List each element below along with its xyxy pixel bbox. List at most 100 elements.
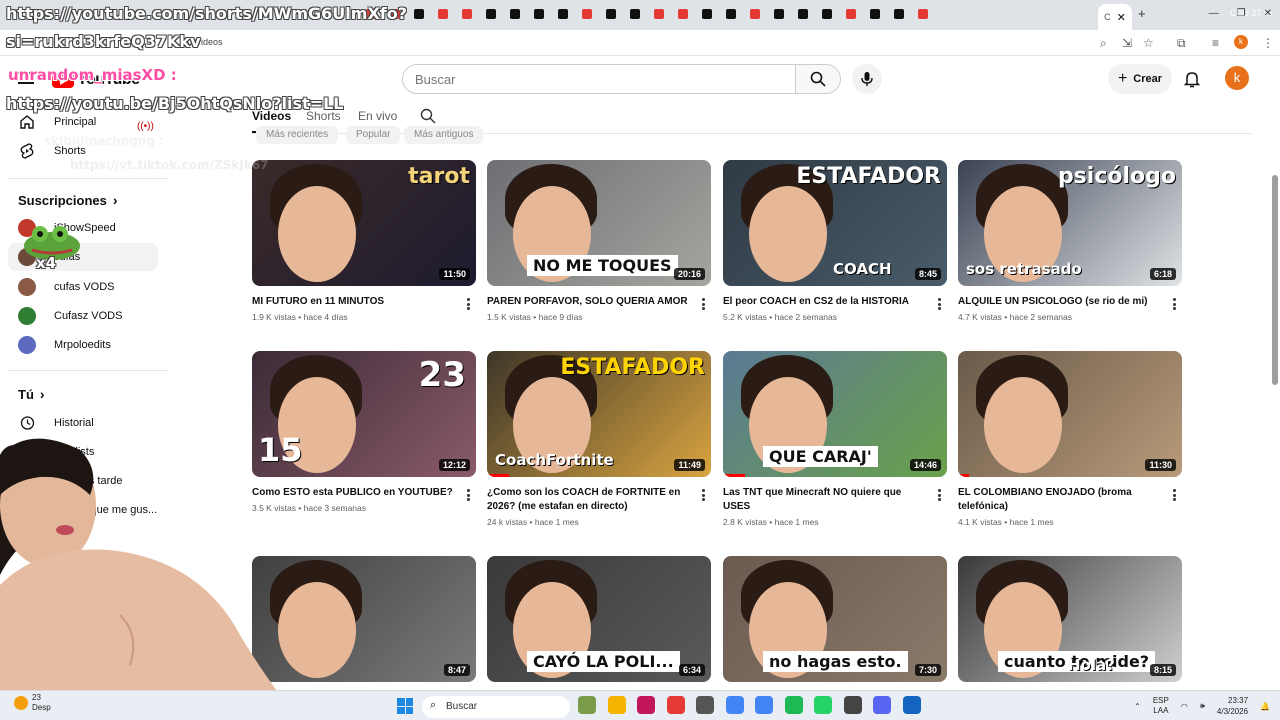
you-heading[interactable]: Tú ›	[18, 386, 45, 402]
discord-icon[interactable]	[873, 696, 891, 714]
video-thumbnail[interactable]: no hagas esto. 7:30	[723, 556, 947, 682]
file-explorer-icon[interactable]	[607, 696, 626, 714]
video-thumbnail[interactable]: cuanto te mide? Hola? 8:15	[958, 556, 1182, 682]
browser-tab[interactable]	[486, 6, 508, 22]
chrome-icon[interactable]	[755, 696, 773, 714]
chrome-icon[interactable]	[725, 696, 744, 714]
extensions-icon[interactable]: ⧉	[1177, 36, 1186, 51]
install-icon[interactable]: ⇲	[1122, 36, 1132, 50]
video-title[interactable]: El peor COACH en CS2 de la HISTORIA	[723, 295, 929, 309]
window-controls[interactable]: — ❐ ✕	[1209, 8, 1272, 19]
browser-tab[interactable]	[462, 6, 484, 22]
video-card[interactable]: CAYÓ LA POLI... 6:34	[487, 556, 711, 682]
spotify-icon[interactable]	[784, 696, 803, 714]
browser-tab[interactable]	[534, 6, 556, 22]
channel-search-icon[interactable]	[420, 108, 436, 124]
video-title[interactable]: PAREN PORFAVOR, SOLO QUERIA AMOR	[487, 295, 693, 309]
video-thumbnail[interactable]: QUE CARAJ' 14:46	[723, 351, 947, 477]
weather-widget[interactable]: 23 Desp	[14, 693, 51, 713]
browser-tab[interactable]	[822, 6, 844, 22]
search-button[interactable]	[795, 64, 841, 94]
video-card[interactable]: QUE CARAJ' 14:46 Las TNT que Minecraft NO …	[723, 351, 947, 531]
video-card[interactable]: NO ME TOQUES 20:16 PAREN PORFAVOR, SOLO QU…	[487, 160, 711, 340]
app-icon[interactable]	[666, 696, 685, 714]
video-options-icon[interactable]	[697, 487, 709, 503]
video-card[interactable]: tarot 11:50 MI FUTURO en 11 MINUTOS 1.9 K v…	[252, 160, 476, 340]
browser-tab[interactable]	[582, 6, 604, 22]
windows-start-icon[interactable]	[397, 698, 413, 714]
video-title[interactable]: ¿Como son los COACH de FORTNITE en 2026?…	[487, 486, 693, 514]
video-card[interactable]: psicólogo sos retrasado 6:18 ALQUILE UN PSI…	[958, 160, 1182, 340]
voice-search-button[interactable]	[852, 64, 882, 94]
video-title[interactable]: MI FUTURO en 11 MINUTOS	[252, 295, 458, 309]
app-icon[interactable]	[843, 696, 862, 714]
browser-tab[interactable]	[774, 6, 796, 22]
close-window-icon[interactable]: ✕	[1264, 8, 1272, 19]
browser-tab[interactable]	[870, 6, 892, 22]
video-card[interactable]: ESTAFADOR CoachFortnite 11:49 ¿Como son los…	[487, 351, 711, 531]
video-thumbnail[interactable]: tarot 11:50	[252, 160, 476, 286]
video-options-icon[interactable]	[462, 487, 474, 503]
video-thumbnail[interactable]: ESTAFADOR CoachFortnite 11:49	[487, 351, 711, 477]
notifications-bell-icon[interactable]	[1184, 70, 1200, 88]
video-thumbnail[interactable]: 11:30	[958, 351, 1182, 477]
sidebar-item-subscription[interactable]: Cufasz VODS	[8, 302, 158, 330]
account-avatar[interactable]: k	[1225, 66, 1249, 90]
active-browser-tab[interactable]: C ✕	[1098, 4, 1132, 30]
taskbar-search[interactable]: Buscar	[422, 696, 570, 718]
video-title[interactable]: Las TNT que Minecraft NO quiere que USES	[723, 486, 929, 514]
video-title[interactable]: ALQUILE UN PSICOLOGO (se rio de mi)	[958, 295, 1164, 309]
video-thumbnail[interactable]: NO ME TOQUES 20:16	[487, 160, 711, 286]
browser-profile-icon[interactable]: k	[1234, 35, 1248, 49]
video-card[interactable]: no hagas esto. 7:30	[723, 556, 947, 682]
task-view-icon[interactable]	[578, 696, 596, 714]
reading-list-icon[interactable]: ≡	[1212, 36, 1219, 50]
language-indicator[interactable]: ESP LAA	[1153, 696, 1169, 716]
new-tab-button[interactable]: +	[1138, 6, 1146, 21]
whatsapp-icon[interactable]	[814, 696, 832, 714]
wifi-icon[interactable]: ◠	[1181, 702, 1188, 711]
notifications-icon[interactable]: 🔔	[1260, 702, 1270, 711]
video-thumbnail[interactable]: psicólogo sos retrasado 6:18	[958, 160, 1182, 286]
volume-icon[interactable]: 🕪	[1200, 701, 1205, 711]
video-options-icon[interactable]	[1168, 296, 1180, 312]
browser-tab[interactable]	[846, 6, 868, 22]
browser-tab[interactable]	[630, 6, 652, 22]
browser-tab[interactable]	[414, 6, 436, 22]
chip-popular[interactable]: Popular	[346, 126, 401, 144]
media-icon[interactable]	[637, 696, 655, 714]
tray-chevron-up-icon[interactable]: ⌃	[1134, 702, 1141, 711]
zoom-icon[interactable]: ⌕	[1100, 36, 1107, 51]
store-icon[interactable]	[696, 696, 714, 714]
minimize-icon[interactable]: —	[1209, 8, 1219, 19]
video-options-icon[interactable]	[462, 296, 474, 312]
close-tab-icon[interactable]: ✕	[1117, 11, 1126, 24]
browser-menu-icon[interactable]: ⋮	[1262, 36, 1274, 50]
subscriptions-heading[interactable]: Suscripciones ›	[18, 192, 118, 208]
video-options-icon[interactable]	[933, 487, 945, 503]
sidebar-item-subscription[interactable]: Mrpoloedits	[8, 331, 158, 359]
video-options-icon[interactable]	[1168, 487, 1180, 503]
chip-oldest[interactable]: Más antiguos	[404, 126, 484, 144]
search-input[interactable]: Buscar	[402, 64, 796, 94]
bookmark-star-icon[interactable]: ☆	[1143, 36, 1154, 50]
browser-tab[interactable]	[654, 6, 676, 22]
browser-tab[interactable]	[678, 6, 700, 22]
shield-app-icon[interactable]	[902, 696, 921, 714]
video-options-icon[interactable]	[697, 296, 709, 312]
browser-tab[interactable]	[726, 6, 748, 22]
create-button[interactable]: + Crear	[1108, 64, 1172, 94]
video-thumbnail[interactable]: CAYÓ LA POLI... 6:34	[487, 556, 711, 682]
chip-latest[interactable]: Más recientes	[256, 126, 339, 144]
browser-tab[interactable]	[606, 6, 628, 22]
browser-tab[interactable]	[558, 6, 580, 22]
scrollbar-thumb[interactable]	[1272, 175, 1278, 385]
browser-tab[interactable]	[798, 6, 820, 22]
browser-tab[interactable]	[750, 6, 772, 22]
browser-tab[interactable]	[510, 6, 532, 22]
video-card[interactable]: 11:30 EL COLOMBIANO ENOJADO (broma telefó…	[958, 351, 1182, 531]
sidebar-item-subscription[interactable]: cufas VODS	[8, 273, 158, 301]
taskbar-clock[interactable]: 23:37 4/3/2026	[1217, 695, 1248, 717]
video-card[interactable]: ESTAFADOR COACH 8:45 El peor COACH en CS2 d…	[723, 160, 947, 340]
tab-live[interactable]: En vivo	[358, 109, 397, 123]
